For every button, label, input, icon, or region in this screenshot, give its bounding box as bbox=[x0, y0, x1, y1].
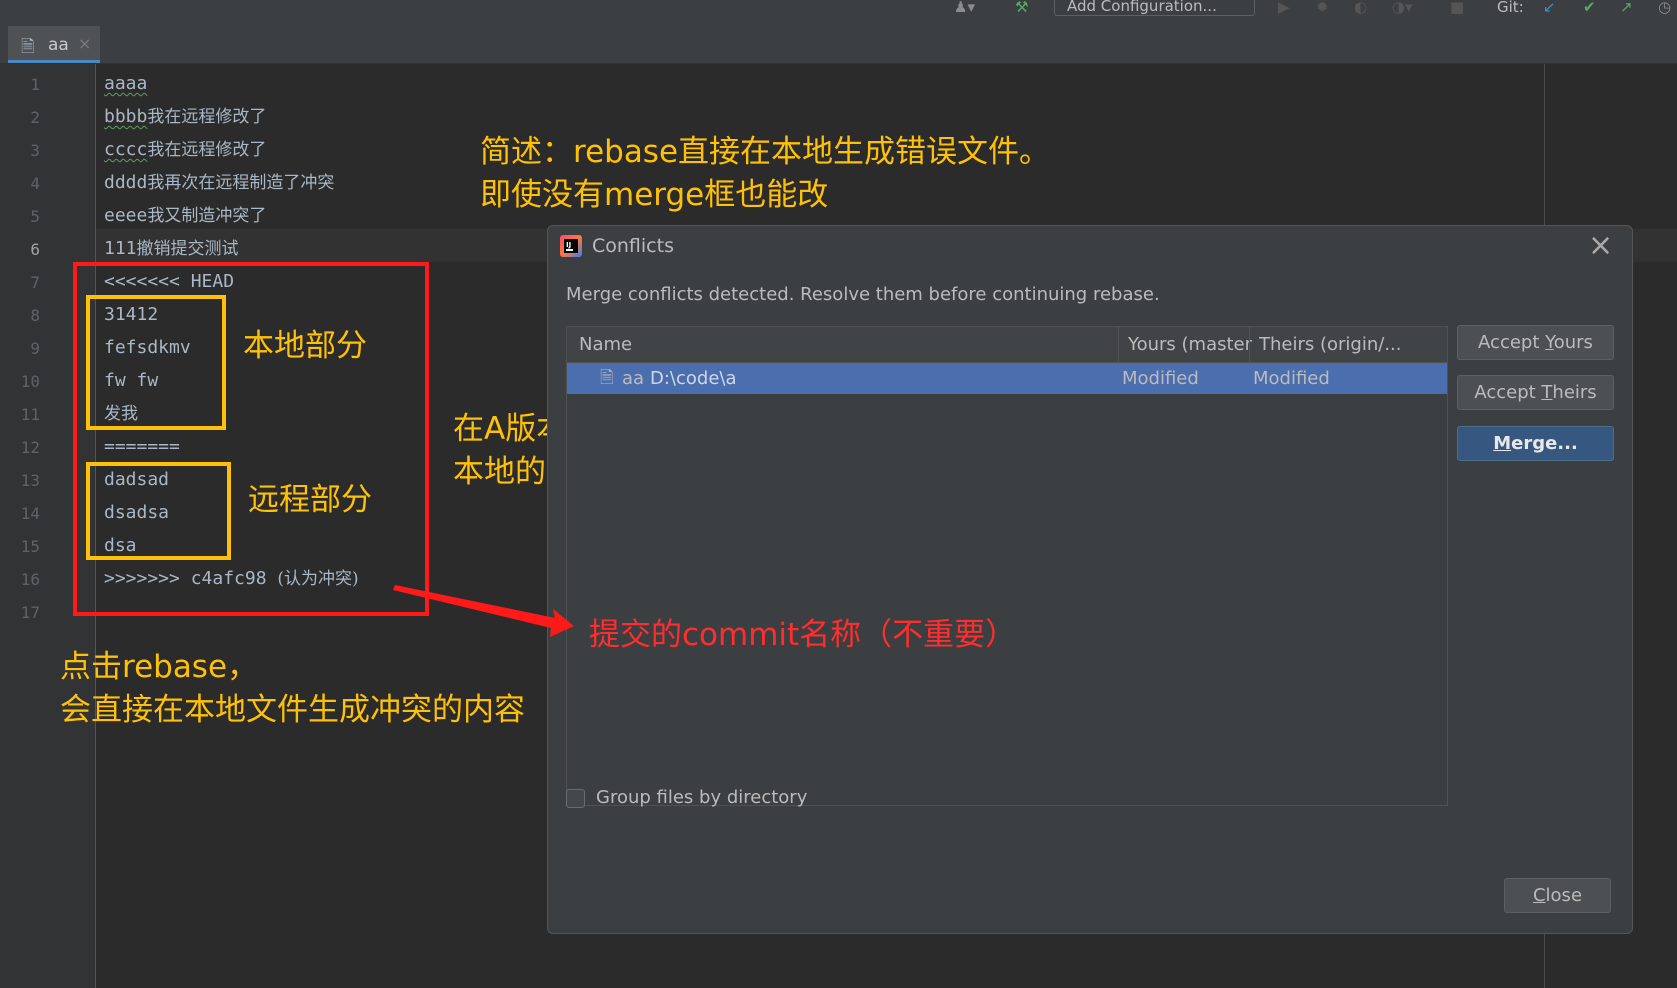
accept-theirs-button[interactable]: Accept Theirs bbox=[1457, 375, 1614, 410]
group-files-label[interactable]: Group files by directory bbox=[596, 787, 807, 808]
code-text: aaaa bbox=[104, 73, 148, 94]
code-text: dddd bbox=[104, 172, 148, 193]
line-number: 9 bbox=[30, 339, 40, 358]
line-number: 1 bbox=[30, 75, 40, 94]
code-line[interactable]: cccc我在远程修改了 bbox=[104, 139, 266, 161]
code-line[interactable]: bbbb我在远程修改了 bbox=[104, 106, 266, 128]
line-number: 11 bbox=[20, 405, 40, 424]
dialog-message: Merge conflicts detected. Resolve them b… bbox=[566, 284, 1160, 305]
row-yours-status: Modified bbox=[1122, 368, 1199, 389]
line-number: 8 bbox=[30, 306, 40, 325]
file-icon: 🗎 bbox=[600, 368, 614, 388]
table-row[interactable]: 🗎 aa D:\code\a Modified Modified bbox=[567, 363, 1447, 394]
accept-theirs-mnemonic: T bbox=[1541, 382, 1553, 403]
remote-part-yellow-box bbox=[86, 462, 231, 560]
remote-part-label: 远程部分 bbox=[248, 482, 372, 518]
conflicts-table[interactable]: Name Yours (master) Theirs (origin/... 🗎… bbox=[566, 326, 1448, 806]
run-icon[interactable]: ▶ bbox=[1278, 0, 1290, 15]
close-button[interactable]: Close bbox=[1504, 878, 1611, 913]
tab-label: aa bbox=[48, 35, 69, 55]
code-text-chinese: 我又制造冲突了 bbox=[147, 206, 267, 226]
code-line[interactable]: 111撤销提交测试 bbox=[104, 238, 239, 260]
accept-yours-button[interactable]: Accept Yours bbox=[1457, 325, 1614, 360]
git-label: Git: bbox=[1497, 0, 1524, 16]
table-header: Name Yours (master) Theirs (origin/... bbox=[567, 327, 1447, 363]
column-header-yours[interactable]: Yours (master) bbox=[1128, 327, 1253, 362]
stop-icon[interactable]: ■ bbox=[1450, 0, 1464, 15]
dialog-close-icon[interactable]: × bbox=[1588, 228, 1613, 263]
summary-annotation-line1: 简述：rebase直接在本地生成错误文件。 bbox=[480, 134, 1051, 170]
line-number: 14 bbox=[20, 504, 40, 523]
code-text: eeee bbox=[104, 205, 148, 226]
line-number: 12 bbox=[20, 438, 40, 457]
code-text-chinese: 我在远程修改了 bbox=[147, 140, 267, 160]
close-mnemonic: C bbox=[1532, 885, 1546, 906]
summary-annotation-line2: 即使没有merge框也能改 bbox=[480, 177, 829, 213]
coverage-icon[interactable]: ◐ bbox=[1354, 0, 1367, 15]
accept-yours-label-post: ours bbox=[1553, 332, 1593, 353]
close-label-post: lose bbox=[1545, 885, 1583, 906]
line-number: 6 bbox=[30, 240, 40, 259]
code-text: bbbb bbox=[104, 106, 148, 127]
column-divider bbox=[1118, 327, 1119, 362]
rebase-annotation-line2: 会直接在本地文件生成冲突的内容 bbox=[60, 692, 525, 728]
line-number: 16 bbox=[20, 570, 40, 589]
debug-icon[interactable]: ✹ bbox=[1316, 0, 1329, 15]
dialog-title: Conflicts bbox=[592, 235, 674, 257]
line-number: 7 bbox=[30, 273, 40, 292]
intellij-logo-icon: IJ bbox=[560, 235, 582, 257]
code-line[interactable]: dddd我再次在远程制造了冲突 bbox=[104, 172, 334, 194]
code-text-chinese: 我在远程修改了 bbox=[147, 107, 267, 127]
rebase-annotation-line1: 点击rebase， bbox=[60, 649, 259, 685]
column-header-name[interactable]: Name bbox=[579, 327, 1114, 362]
local-part-label: 本地部分 bbox=[243, 328, 367, 364]
git-update-icon[interactable]: ↙ bbox=[1543, 0, 1556, 15]
merge-button[interactable]: Merge... bbox=[1457, 426, 1614, 461]
line-number: 13 bbox=[20, 471, 40, 490]
commit-name-annotation: 提交的commit名称（不重要） bbox=[589, 617, 1017, 653]
code-line[interactable]: aaaa bbox=[104, 73, 147, 95]
add-configuration-button[interactable]: Add Configuration... bbox=[1054, 0, 1255, 16]
line-number: 10 bbox=[20, 372, 40, 391]
code-text-chinese: 我再次在远程制造了冲突 bbox=[147, 173, 335, 193]
svg-text:IJ: IJ bbox=[566, 241, 571, 249]
profile-icon[interactable]: ◑▾ bbox=[1392, 0, 1413, 15]
code-text: cccc bbox=[104, 139, 148, 160]
tab-close-icon[interactable]: × bbox=[78, 34, 91, 53]
git-push-icon[interactable]: ↗ bbox=[1620, 0, 1633, 15]
group-files-checkbox[interactable] bbox=[566, 789, 585, 808]
row-file-name: aa bbox=[622, 368, 645, 389]
code-text: 111 bbox=[104, 238, 137, 259]
row-file-path: D:\code\a bbox=[650, 368, 737, 389]
line-number: 5 bbox=[30, 207, 40, 226]
merge-mnemonic: M bbox=[1493, 433, 1512, 454]
column-divider bbox=[1249, 327, 1250, 362]
merge-label-post: erge... bbox=[1511, 433, 1578, 454]
line-number: 15 bbox=[20, 537, 40, 556]
code-line[interactable]: eeee我又制造冲突了 bbox=[104, 205, 266, 227]
code-text-chinese: 撤销提交测试 bbox=[136, 239, 239, 259]
line-number: 17 bbox=[20, 603, 40, 622]
history-icon[interactable]: ◷ bbox=[1658, 0, 1671, 15]
local-part-yellow-box bbox=[86, 295, 226, 430]
tab-aa[interactable]: 🗎 aa × bbox=[8, 26, 100, 63]
line-number: 4 bbox=[30, 174, 40, 193]
conflicts-dialog: IJ Conflicts × Merge conflicts detected.… bbox=[547, 225, 1633, 934]
main-toolbar: ♟▾ ⚒ Add Configuration... ▶ ✹ ◐ ◑▾ ■ Git… bbox=[0, 0, 1677, 22]
accept-theirs-label-post: heirs bbox=[1552, 382, 1597, 403]
user-icon[interactable]: ♟▾ bbox=[954, 0, 975, 15]
accept-yours-label-pre: Accept bbox=[1478, 332, 1546, 353]
accept-yours-mnemonic: Y bbox=[1545, 332, 1554, 353]
line-number: 3 bbox=[30, 141, 40, 160]
git-commit-icon[interactable]: ✔ bbox=[1583, 0, 1596, 15]
editor-tab-bar: 🗎 aa × bbox=[0, 22, 1677, 64]
line-number: 2 bbox=[30, 108, 40, 127]
build-hammer-icon[interactable]: ⚒ bbox=[1015, 0, 1028, 15]
row-theirs-status: Modified bbox=[1253, 368, 1330, 389]
accept-theirs-label-pre: Accept bbox=[1474, 382, 1542, 403]
text-file-icon: 🗎 bbox=[21, 37, 35, 57]
column-header-theirs[interactable]: Theirs (origin/... bbox=[1259, 327, 1445, 362]
